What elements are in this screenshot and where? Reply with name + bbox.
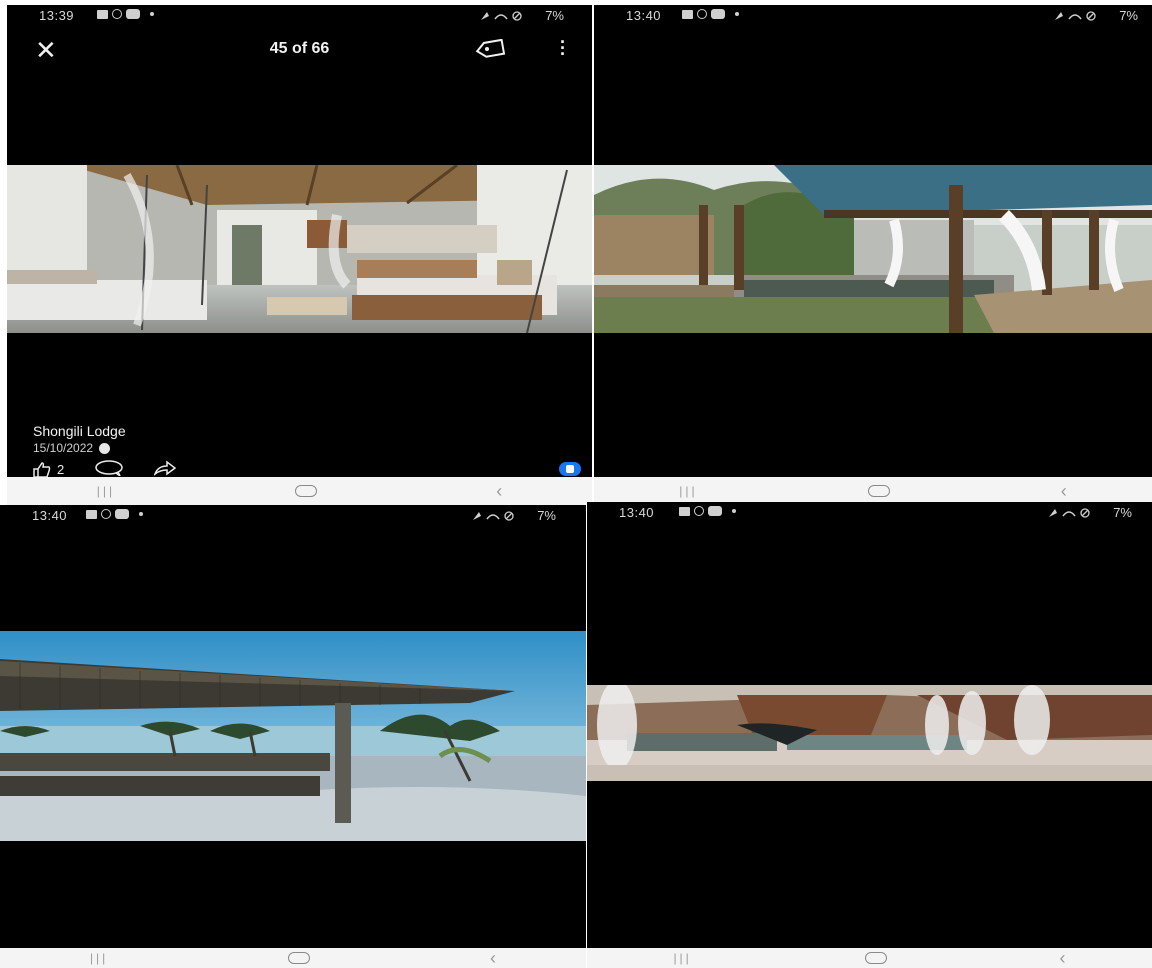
- back-button[interactable]: ‹: [496, 482, 502, 500]
- back-button[interactable]: ‹: [490, 949, 496, 967]
- post-date: 15/10/2022: [33, 441, 126, 455]
- status-time: 13:39: [39, 8, 75, 23]
- battery-text: 7%: [1113, 505, 1132, 520]
- nav-bar-2: ||| ‹: [594, 477, 1152, 505]
- action-bar: 2: [33, 460, 177, 477]
- home-button[interactable]: [868, 485, 891, 497]
- status-time: 13:40: [619, 505, 655, 520]
- share-icon: [153, 460, 177, 477]
- notification-icons: [97, 9, 154, 19]
- battery-text: 7%: [537, 508, 556, 523]
- recent-apps-button[interactable]: |||: [679, 484, 697, 498]
- like-count: 2: [57, 462, 65, 477]
- screen-4: 13:40 7%: [587, 502, 1152, 948]
- tag-icon[interactable]: [473, 38, 507, 64]
- screen-1: 13:39 7% ✕ 45 of 66 · · · Shongili Lodge…: [7, 5, 592, 477]
- back-button[interactable]: ‹: [1060, 949, 1066, 967]
- nav-bar-3: ||| ‹: [0, 948, 586, 968]
- share-button[interactable]: [153, 460, 177, 477]
- nav-bar-1: ||| ‹: [7, 477, 592, 505]
- home-button[interactable]: [294, 485, 317, 497]
- recent-apps-button[interactable]: |||: [97, 484, 115, 498]
- back-button[interactable]: ‹: [1061, 482, 1067, 500]
- notification-icons: [86, 509, 143, 519]
- photo-courtyard-pool[interactable]: [594, 165, 1152, 333]
- page-name[interactable]: Shongili Lodge: [33, 423, 126, 439]
- photo-beach-shelter[interactable]: [0, 631, 586, 841]
- post-date-text: 15/10/2022: [33, 441, 94, 455]
- more-vertical-icon[interactable]: · · ·: [560, 33, 566, 63]
- like-icon: [33, 461, 51, 477]
- status-time: 13:40: [32, 508, 68, 523]
- photo-caption: Shongili Lodge 15/10/2022: [33, 423, 126, 455]
- photo-bedroom-interior[interactable]: [7, 163, 592, 334]
- screen-3: 13:40 7%: [0, 505, 586, 948]
- home-button[interactable]: [864, 952, 887, 964]
- status-time: 13:40: [626, 8, 662, 23]
- battery-text: 7%: [1119, 8, 1138, 23]
- status-bar: 13:39 7%: [7, 5, 592, 27]
- photo-loft-bed[interactable]: [587, 680, 1152, 781]
- recent-apps-button[interactable]: |||: [673, 951, 691, 965]
- signal-icons: [1049, 507, 1090, 518]
- system-icons: 7%: [471, 508, 556, 523]
- status-bar: 13:40 7%: [587, 502, 1152, 524]
- status-bar: 13:40 7%: [594, 5, 1152, 27]
- recent-apps-button[interactable]: |||: [90, 951, 108, 965]
- comment-button[interactable]: [94, 460, 124, 477]
- signal-icons: [1055, 10, 1096, 21]
- viewer-toolbar: ✕ 45 of 66 · · ·: [7, 31, 592, 67]
- signal-icons: [473, 510, 514, 521]
- signal-icons: [481, 10, 522, 21]
- like-button[interactable]: 2: [33, 461, 65, 477]
- battery-text: 7%: [545, 8, 564, 23]
- notification-icons: [679, 506, 736, 516]
- system-icons: 7%: [479, 8, 564, 23]
- globe-icon: [99, 442, 111, 454]
- nav-bar-4: ||| ‹: [587, 948, 1152, 968]
- status-bar: 13:40 7%: [0, 505, 586, 527]
- notification-icons: [682, 9, 739, 19]
- screen-2: 13:40 7%: [594, 5, 1152, 477]
- comment-icon: [95, 460, 123, 477]
- system-icons: 7%: [1047, 505, 1132, 520]
- system-icons: 7%: [1053, 8, 1138, 23]
- like-reaction-icon: [559, 462, 581, 476]
- home-button[interactable]: [288, 952, 311, 964]
